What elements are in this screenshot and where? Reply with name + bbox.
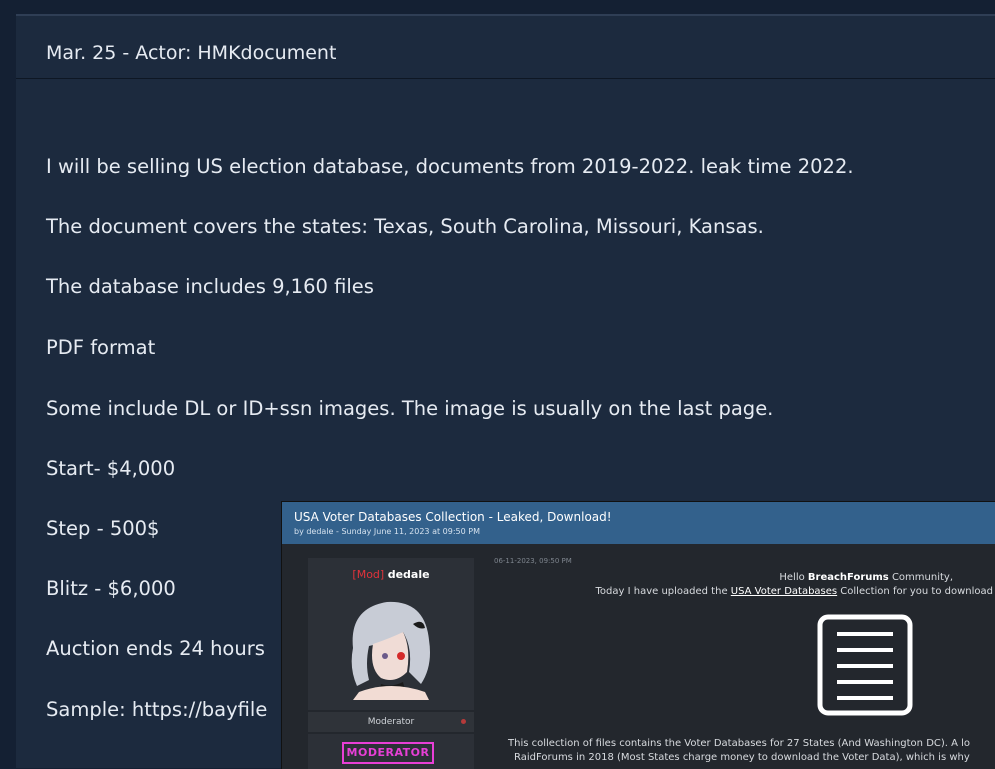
post-line: Step - 500$ [46,517,160,540]
post-line: Some include DL or ID+ssn images. The im… [46,397,774,420]
post-line: Auction ends 24 hours [46,637,265,660]
moderator-badge: MODERATOR [342,742,434,764]
user-role: Moderator [367,717,415,727]
thread-title-bar: USA Voter Databases Collection - Leaked,… [282,502,995,544]
user-role-tag: [Mod] [352,568,385,581]
post-line: Start- $4,000 [46,457,176,480]
thread-byline: by dedale - Sunday June 11, 2023 at 09:5… [294,527,480,536]
user-card: [Mod] dedale [308,558,474,710]
upload-line: Today I have uploaded the USA Voter Data… [595,586,994,597]
post-line: The database includes 9,160 files [46,275,374,298]
description-line: RaidForums in 2018 (Most States charge m… [514,752,970,763]
document-icon [817,614,913,716]
thread-title: USA Voter Databases Collection - Leaked,… [294,510,612,524]
username: dedale [387,568,430,581]
post-line: PDF format [46,336,156,359]
description-line: This collection of files contains the Vo… [508,738,971,749]
post-line: The document covers the states: Texas, S… [46,215,764,238]
post-date: 06-11-2023, 09:50 PM [494,557,572,565]
post-header: Mar. 25 - Actor: HMKdocument [16,16,995,79]
status-dot-icon [461,719,466,724]
user-name: [Mod] dedale [308,568,474,581]
post-line: Blitz - $6,000 [46,577,176,600]
post-line: Sample: https://bayfile [46,698,268,721]
forum-name: BreachForums [807,572,889,583]
collection-link[interactable]: USA Voter Databases [731,586,837,597]
user-role-row: Moderator [308,712,474,732]
badge-area: MODERATOR [308,734,474,769]
embedded-screenshot: USA Voter Databases Collection - Leaked,… [282,502,995,769]
avatar [339,588,443,700]
post-title: Mar. 25 - Actor: HMKdocument [46,42,337,64]
greeting-line: Hello BreachForums Community, [779,572,953,583]
post-line: I will be selling US election database, … [46,155,854,178]
